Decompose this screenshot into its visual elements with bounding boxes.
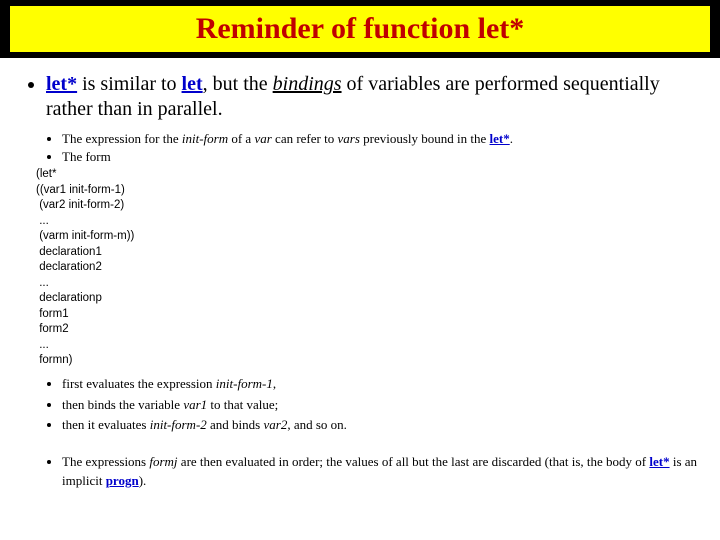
text: The expression for the <box>62 131 182 146</box>
sub-bullet-item: then binds the variable var1 to that val… <box>62 396 698 415</box>
formj-word: formj <box>149 454 177 469</box>
slide-content: let* is similar to let, but the bindings… <box>0 58 720 491</box>
sub-bullet-item: The expressions formj are then evaluated… <box>62 453 698 491</box>
text: then binds the variable <box>62 397 183 412</box>
text: are then evaluated in order; the values … <box>178 454 650 469</box>
code-line: declaration1 <box>36 246 102 258</box>
sub-bullet-item: then it evaluates init-form-2 and binds … <box>62 416 698 435</box>
code-line: ((var1 init-form-1) <box>36 184 125 196</box>
spacer <box>22 443 698 449</box>
sub-bullet-list-1: The expression for the init-form of a va… <box>22 130 698 165</box>
main-bullet-list: let* is similar to let, but the bindings… <box>22 72 698 122</box>
code-line: (var2 init-form-2) <box>36 199 124 211</box>
sub-bullet-item: The form <box>62 148 698 166</box>
text: , <box>273 376 276 391</box>
sub-bullet-list-3: The expressions formj are then evaluated… <box>22 453 698 491</box>
link-letstar[interactable]: let* <box>46 73 77 95</box>
var-word: var <box>254 131 271 146</box>
code-line: formn) <box>36 354 72 366</box>
vars-word: vars <box>337 131 359 146</box>
sub-bullet-item: first evaluates the expression init-form… <box>62 375 698 394</box>
code-line: ... <box>36 215 49 227</box>
text: The expressions <box>62 454 149 469</box>
text: to that value; <box>207 397 278 412</box>
code-line: (varm init-form-m)) <box>36 230 134 242</box>
init-form-word: init-form <box>182 131 228 146</box>
var1-word: var1 <box>183 397 207 412</box>
text: ). <box>139 473 147 488</box>
bindings-word: bindings <box>273 73 342 95</box>
text: previously bound in the <box>360 131 490 146</box>
text: The form <box>62 149 111 164</box>
link-letstar-3[interactable]: let* <box>649 454 669 469</box>
var2-word: var2 <box>263 417 287 432</box>
code-line: form1 <box>36 308 69 320</box>
slide-title: Reminder of function let* <box>196 12 525 46</box>
text: of a <box>228 131 254 146</box>
title-bar: Reminder of function let* <box>0 0 720 58</box>
sub-bullet-item: The expression for the init-form of a va… <box>62 130 698 148</box>
text: can refer to <box>272 131 338 146</box>
title-highlight: Reminder of function let* <box>10 6 710 52</box>
code-line: (let* <box>36 168 56 180</box>
link-progn[interactable]: progn <box>106 473 139 488</box>
init-form-2-word: init-form-2 <box>150 417 207 432</box>
text: . <box>510 131 513 146</box>
init-form-1-word: init-form-1 <box>216 376 273 391</box>
code-line: ... <box>36 277 49 289</box>
text: , and so on. <box>287 417 347 432</box>
text: , but the <box>203 73 273 95</box>
text: is similar to <box>77 73 181 95</box>
code-line: declaration2 <box>36 261 102 273</box>
text: first evaluates the expression <box>62 376 216 391</box>
main-bullet-item: let* is similar to let, but the bindings… <box>46 72 698 122</box>
code-line: ... <box>36 339 49 351</box>
link-let[interactable]: let <box>182 73 203 95</box>
code-line: form2 <box>36 323 69 335</box>
text: then it evaluates <box>62 417 150 432</box>
code-line: declarationp <box>36 292 102 304</box>
link-letstar-2[interactable]: let* <box>490 131 510 146</box>
text: and binds <box>207 417 264 432</box>
code-block: (let* ((var1 init-form-1) (var2 init-for… <box>36 167 698 369</box>
sub-bullet-list-2: first evaluates the expression init-form… <box>22 375 698 436</box>
